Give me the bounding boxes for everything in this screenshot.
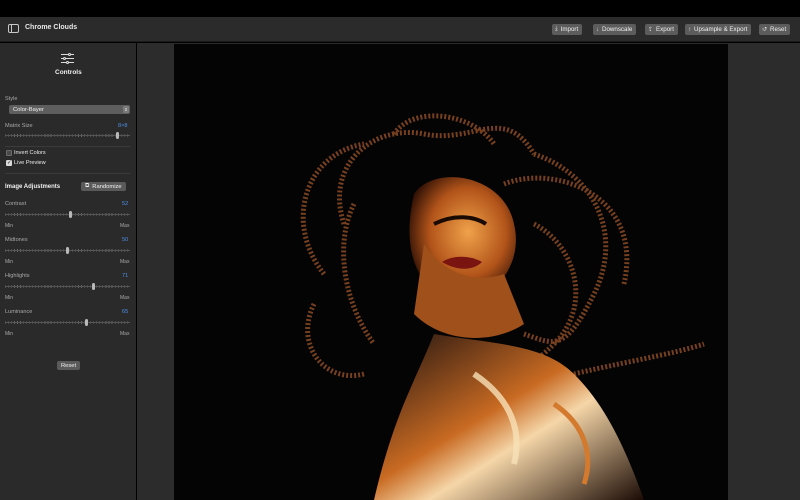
highlights-max-label: Max [120,295,130,301]
counterclockwise-arrow-icon: ↺ [762,27,768,33]
arrow-down-icon: ↓ [596,26,599,33]
reset-toolbar-button[interactable]: ↺ Reset [759,24,791,35]
matrix-size-track [5,135,130,136]
luminance-slider[interactable] [84,319,88,326]
highlights-slider[interactable] [92,283,96,290]
luminance-track [5,322,130,323]
reset-toolbar-label: Reset [770,26,787,33]
image-adjustments-title: Image Adjustments [5,184,61,190]
downscale-label: Downscale [602,26,633,33]
top-band [0,0,800,17]
upsample-export-button[interactable]: ↑ Upsample & Export [685,24,752,35]
randomize-button[interactable]: ⧉ Randomize [81,182,126,191]
invert-colors-checkbox[interactable] [6,150,12,156]
luminance-max-label: Max [120,331,130,337]
reset-adjustments-button[interactable]: Reset [57,361,81,370]
randomize-label: Randomize [92,183,122,190]
chevron-updown-icon: ⇕ [123,106,129,113]
style-select[interactable]: Color-Bayer ⇕ [9,105,130,114]
style-label: Style [5,96,18,102]
contrast-max-label: Max [120,223,130,229]
live-preview-checkbox[interactable]: ✓ [6,160,12,166]
midtones-min-label: Min [5,259,14,265]
share-icon: ⇪ [648,27,654,33]
highlights-min-label: Min [5,295,14,301]
highlights-value: 71 [122,273,129,279]
luminance-label: Luminance [5,309,33,315]
midtones-max-label: Max [120,259,130,265]
divider [5,173,130,174]
contrast-value: 52 [122,201,129,207]
contrast-slider[interactable] [68,211,72,218]
style-select-value: Color-Bayer [13,106,44,113]
title-bar: Chrome Clouds ⤓ Import ↓ Downscale ⇪ Exp… [0,17,800,42]
export-label: Export [656,26,674,33]
highlights-track [5,286,130,287]
contrast-label: Contrast [5,201,27,207]
sliders-icon [61,52,74,64]
highlights-label: Highlights [5,273,30,279]
upsample-export-label: Upsample & Export [694,26,748,33]
reset-adjustments-label: Reset [61,362,77,369]
sidebar-toggle-icon[interactable] [8,24,19,33]
tray-arrow-down-icon: ⤓ [555,26,558,32]
arrow-up-icon: ↑ [688,26,691,33]
midtones-slider[interactable] [66,247,69,254]
luminance-min-label: Min [5,331,14,337]
app-title: Chrome Clouds [25,24,78,31]
matrix-size-slider[interactable] [116,132,119,139]
matrix-size-value: 8×8 [118,123,128,129]
import-button[interactable]: ⤓ Import [552,24,583,35]
midtones-value: 50 [122,237,129,243]
contrast-track [5,214,130,215]
import-label: Import [560,26,579,33]
downscale-button[interactable]: ↓ Downscale [593,24,637,35]
contrast-min-label: Min [5,223,14,229]
matrix-size-label: Matrix Size [5,123,33,129]
luminance-value: 65 [122,309,129,315]
sidebar: Controls Style Color-Bayer ⇕ Matrix Size… [0,43,136,500]
invert-colors-label: Invert Colors [14,150,46,156]
midtones-label: Midtones [5,237,28,243]
dithered-preview-image [174,44,728,500]
export-button[interactable]: ⇪ Export [645,24,678,35]
portrait-artwork [174,44,728,500]
dice-icon: ⧉ [85,183,90,189]
live-preview-label: Live Preview [14,160,46,166]
divider [5,146,130,147]
controls-heading: Controls [55,69,82,76]
